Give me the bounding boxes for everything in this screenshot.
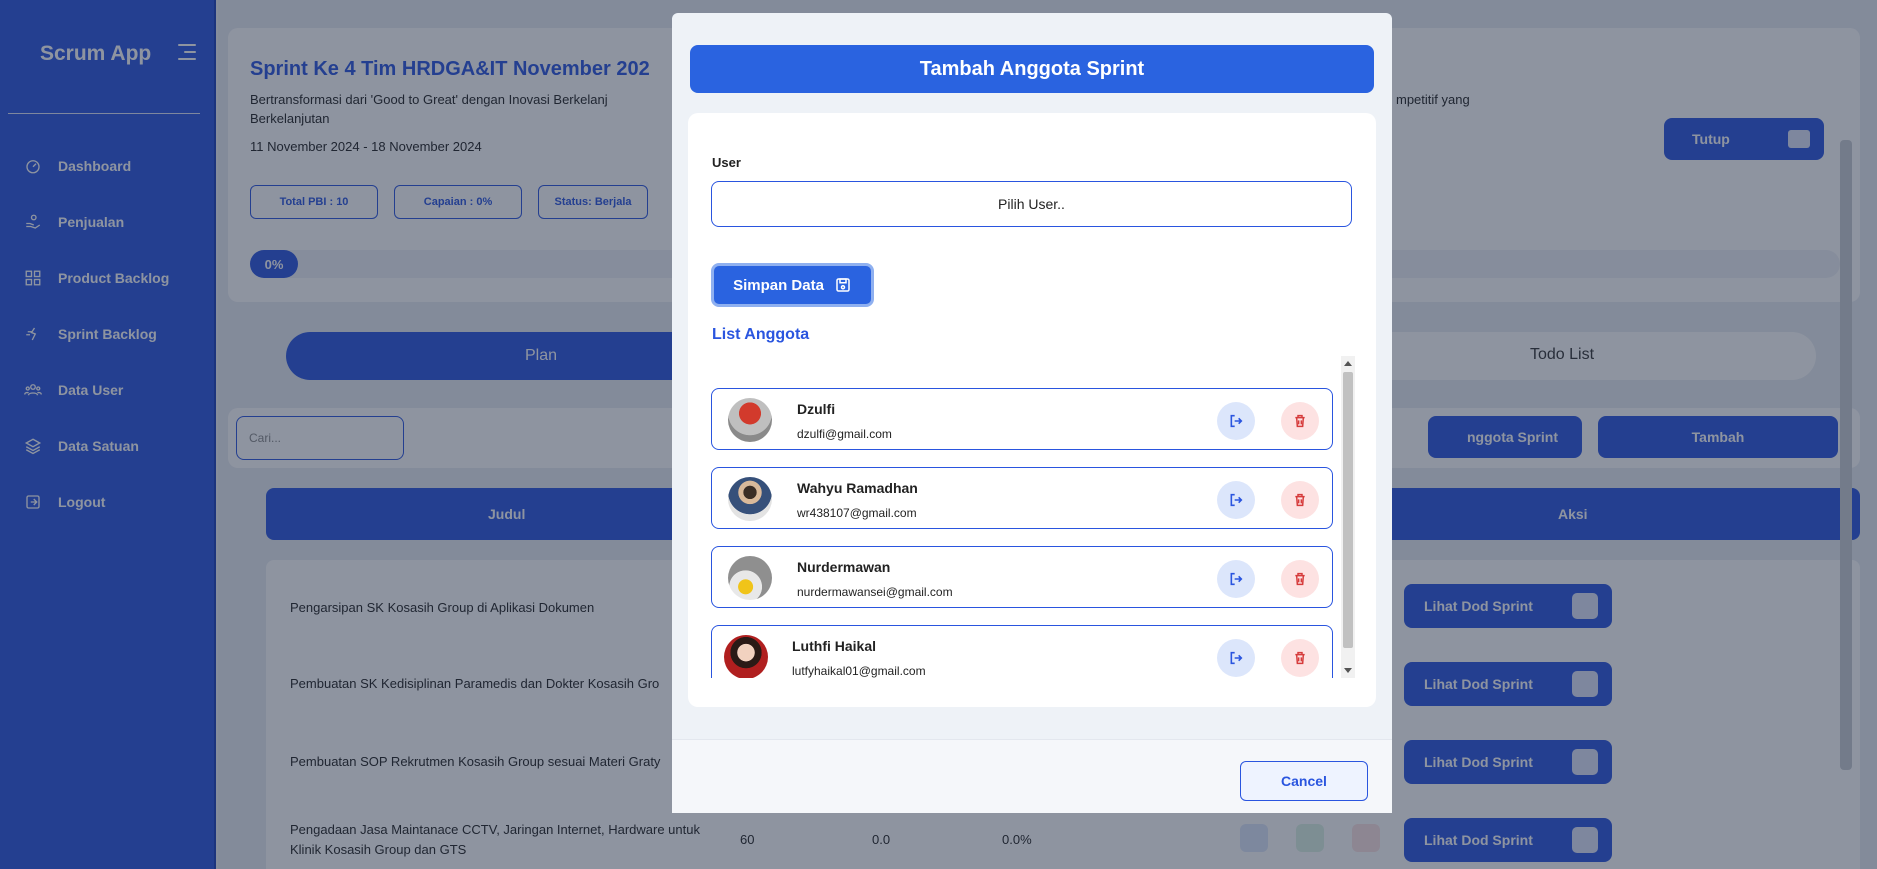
- avatar: [728, 556, 772, 600]
- member-email: wr438107@gmail.com: [797, 506, 917, 520]
- member-name: Luthfi Haikal: [792, 638, 877, 654]
- move-member-button[interactable]: [1217, 481, 1255, 519]
- move-member-button[interactable]: [1217, 402, 1255, 440]
- modal-title: Tambah Anggota Sprint: [690, 45, 1374, 93]
- member-list-scrollbar[interactable]: [1341, 356, 1355, 678]
- modal-body: User Pilih User.. Simpan Data List Anggo…: [688, 113, 1376, 707]
- move-member-button[interactable]: [1217, 639, 1255, 677]
- logout-icon: [1230, 493, 1243, 507]
- member-email: dzulfi@gmail.com: [797, 427, 892, 441]
- trash-icon: [1295, 414, 1305, 428]
- member-email: lutfyhaikal01@gmail.com: [792, 664, 926, 678]
- delete-member-button[interactable]: [1281, 560, 1319, 598]
- delete-member-button[interactable]: [1281, 639, 1319, 677]
- move-member-button[interactable]: [1217, 560, 1255, 598]
- trash-icon: [1295, 493, 1305, 507]
- member-email: nurdermawansei@gmail.com: [797, 585, 953, 599]
- avatar: [728, 477, 772, 521]
- scroll-up-arrow-icon[interactable]: [1344, 361, 1352, 366]
- member-name: Nurdermawan: [797, 559, 891, 575]
- member-name: Wahyu Ramadhan: [797, 480, 918, 496]
- logout-icon: [1230, 572, 1243, 586]
- delete-member-button[interactable]: [1281, 402, 1319, 440]
- member-item: Dzulfi dzulfi@gmail.com: [711, 388, 1333, 450]
- trash-icon: [1295, 572, 1305, 586]
- user-label: User: [712, 155, 741, 170]
- logout-icon: [1230, 414, 1243, 428]
- save-button-label: Simpan Data: [733, 276, 824, 294]
- avatar: [724, 635, 768, 678]
- member-item: Luthfi Haikal lutfyhaikal01@gmail.com: [711, 625, 1333, 678]
- delete-member-button[interactable]: [1281, 481, 1319, 519]
- add-member-modal: Tambah Anggota Sprint User Pilih User.. …: [672, 13, 1392, 813]
- avatar: [728, 398, 772, 442]
- trash-icon: [1295, 651, 1305, 665]
- cancel-button[interactable]: Cancel: [1240, 761, 1368, 801]
- member-list-title: List Anggota: [712, 326, 810, 343]
- member-item: Wahyu Ramadhan wr438107@gmail.com: [711, 467, 1333, 529]
- member-list: Dzulfi dzulfi@gmail.com Wahyu Ramadhan w…: [711, 356, 1359, 678]
- member-name: Dzulfi: [797, 401, 836, 417]
- member-item: Nurdermawan nurdermawansei@gmail.com: [711, 546, 1333, 608]
- scroll-down-arrow-icon[interactable]: [1344, 668, 1352, 673]
- logout-icon: [1230, 651, 1243, 665]
- scroll-thumb[interactable]: [1343, 372, 1353, 648]
- save-icon: [836, 278, 850, 292]
- user-select[interactable]: Pilih User..: [711, 181, 1352, 227]
- save-data-button[interactable]: Simpan Data: [711, 263, 874, 307]
